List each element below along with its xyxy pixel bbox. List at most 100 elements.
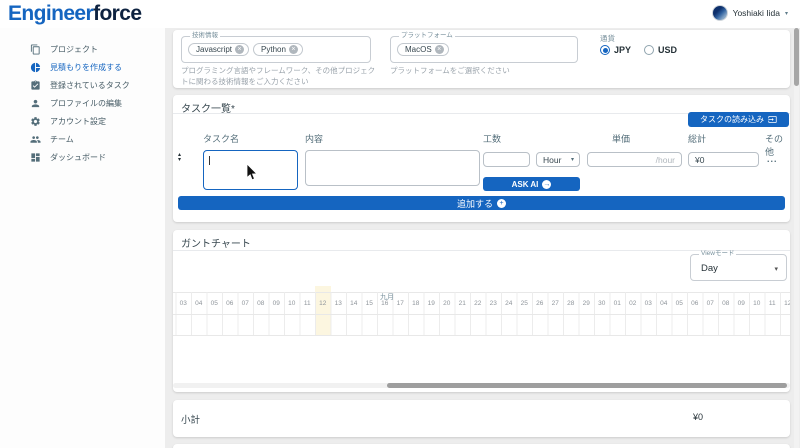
sidebar-item[interactable]: プロファイルの編集 [0, 94, 165, 112]
sidebar-nav: プロジェクト見積もりを作成する登録されているタスクプロファイルの編集アカウント設… [0, 28, 165, 448]
gantt-chart[interactable]: 九月 0203040506070809101112131415161718192… [173, 285, 790, 380]
sidebar-item[interactable]: 見積もりを作成する [0, 58, 165, 76]
task-description-textarea[interactable] [305, 150, 480, 186]
currency-option[interactable]: JPY [600, 45, 631, 55]
gantt-day-label: 09 [734, 298, 750, 310]
sidebar-item[interactable]: アカウント設定 [0, 112, 165, 130]
effort-input[interactable] [483, 152, 530, 167]
column-header-description: 内容 [305, 132, 323, 145]
gantt-day-label: 23 [486, 298, 502, 310]
scrollbar-thumb[interactable] [387, 383, 787, 388]
sidebar-item[interactable]: プロジェクト [0, 40, 165, 58]
chip-close-icon[interactable]: × [289, 45, 298, 54]
chip-label: MacOS [405, 45, 432, 54]
gantt-day-label: 09 [269, 298, 285, 310]
tech-chips: Javascript×Python× [182, 37, 370, 62]
scrollbar-thumb[interactable] [794, 28, 799, 86]
tasks-icon [30, 80, 41, 91]
gantt-day-label: 30 [594, 298, 610, 310]
sidebar-item[interactable]: ダッシュボード [0, 148, 165, 166]
gantt-day-label: 10 [749, 298, 765, 310]
brand-logo[interactable]: Engineerforce [8, 2, 141, 26]
gantt-day-label: 19 [424, 298, 440, 310]
sidebar-item-label: 見積もりを作成する [50, 62, 122, 73]
gantt-timeline: 九月 0203040506070809101112131415161718192… [173, 285, 790, 380]
radio-icon [644, 45, 654, 55]
currency-label: 通貨 [600, 33, 615, 44]
chip-label: Javascript [196, 45, 232, 54]
mouse-cursor [246, 163, 258, 186]
sidebar-item-label: 登録されているタスク [50, 80, 130, 91]
plus-circle-icon: + [497, 199, 506, 208]
add-task-button[interactable]: 追加する + [178, 196, 785, 210]
drag-down-icon: ▾ [178, 158, 181, 163]
gantt-gridline [173, 335, 790, 336]
unit-price-input[interactable]: /hour [587, 152, 682, 167]
unit-price-placeholder: /hour [656, 155, 675, 165]
user-menu[interactable]: Yoshiaki Iida ▾ [712, 5, 788, 21]
tag-chip: Javascript× [188, 43, 249, 56]
gantt-day-label: 20 [439, 298, 455, 310]
gantt-day-label: 10 [284, 298, 300, 310]
gantt-horizontal-scrollbar[interactable] [173, 383, 790, 388]
pie-icon [30, 62, 41, 73]
gantt-day-label: 13 [331, 298, 347, 310]
ask-ai-button[interactable]: ASK AI → [483, 177, 580, 191]
sidebar-item-label: アカウント設定 [50, 116, 106, 127]
chip-label: Python [261, 45, 286, 54]
gantt-day-label: 22 [470, 298, 486, 310]
gantt-day-label: 03 [176, 298, 192, 310]
platform-field[interactable]: プラットフォーム MacOS× [390, 36, 578, 63]
gantt-day-label: 04 [191, 298, 207, 310]
copy-icon [30, 44, 41, 55]
load-tasks-button[interactable]: タスクの読み込み [688, 112, 789, 127]
chip-close-icon[interactable]: × [235, 45, 244, 54]
currency-option[interactable]: USD [644, 45, 677, 55]
chevron-down-icon: ▾ [571, 156, 574, 163]
currency-option-label: USD [658, 45, 677, 55]
load-tasks-label: タスクの読み込み [700, 114, 764, 125]
column-header-total: 総計 [688, 132, 706, 145]
logo-text-primary: Engineer [8, 2, 93, 25]
platform-helper-text: プラットフォームをご選択ください [390, 66, 580, 77]
gantt-day-label: 06 [687, 298, 703, 310]
row-more-button[interactable]: ... [767, 154, 778, 164]
gantt-day-label: 16 [377, 298, 393, 310]
chevron-down-icon: ▾ [774, 265, 778, 273]
next-section-card [173, 444, 790, 448]
view-mode-select[interactable]: Viewモード Day ▾ [690, 254, 787, 281]
page-scrollbar[interactable] [794, 28, 799, 448]
gantt-day-label: 01 [610, 298, 626, 310]
view-mode-value: Day [701, 255, 718, 282]
gantt-day-label: 17 [393, 298, 409, 310]
gantt-day-label: 25 [517, 298, 533, 310]
avatar [712, 5, 728, 21]
chip-close-icon[interactable]: × [435, 45, 444, 54]
tag-chip: MacOS× [397, 43, 449, 56]
sidebar-item[interactable]: 登録されているタスク [0, 76, 165, 94]
task-list-card: タスク一覧* タスクの読み込み タスク名 内容 工数 単価 総計 その他 ▴ ▾… [173, 95, 790, 222]
dashboard-icon [30, 152, 41, 163]
platform-chips: MacOS× [391, 37, 577, 62]
tech-info-label: 技術情報 [190, 33, 220, 40]
sidebar-item-label: チーム [50, 134, 74, 145]
row-drag-handle[interactable]: ▴ ▾ [178, 153, 181, 163]
gantt-day-label: 15 [362, 298, 378, 310]
gantt-day-label: 08 [253, 298, 269, 310]
column-header-effort: 工数 [483, 132, 501, 145]
gantt-day-label: 11 [765, 298, 781, 310]
gantt-day-label: 05 [207, 298, 223, 310]
gantt-day-label: 11 [300, 298, 316, 310]
sidebar-item-label: プロファイルの編集 [50, 98, 122, 109]
gear-icon [30, 116, 41, 127]
tech-info-field[interactable]: 技術情報 Javascript×Python× [181, 36, 371, 63]
sidebar-item[interactable]: チーム [0, 130, 165, 148]
gantt-day-headers: 0203040506070809101112131415161718192021… [173, 298, 790, 310]
ask-ai-label: ASK AI [512, 180, 539, 189]
import-icon [768, 115, 777, 124]
divider [173, 250, 790, 251]
effort-unit-select[interactable]: Hour ▾ [536, 152, 580, 167]
project-settings-card: 技術情報 Javascript×Python× プログラミング言語やフレームワー… [173, 30, 790, 88]
total-input[interactable]: ¥0 [688, 152, 759, 167]
column-header-unit-price: 単価 [612, 132, 630, 145]
